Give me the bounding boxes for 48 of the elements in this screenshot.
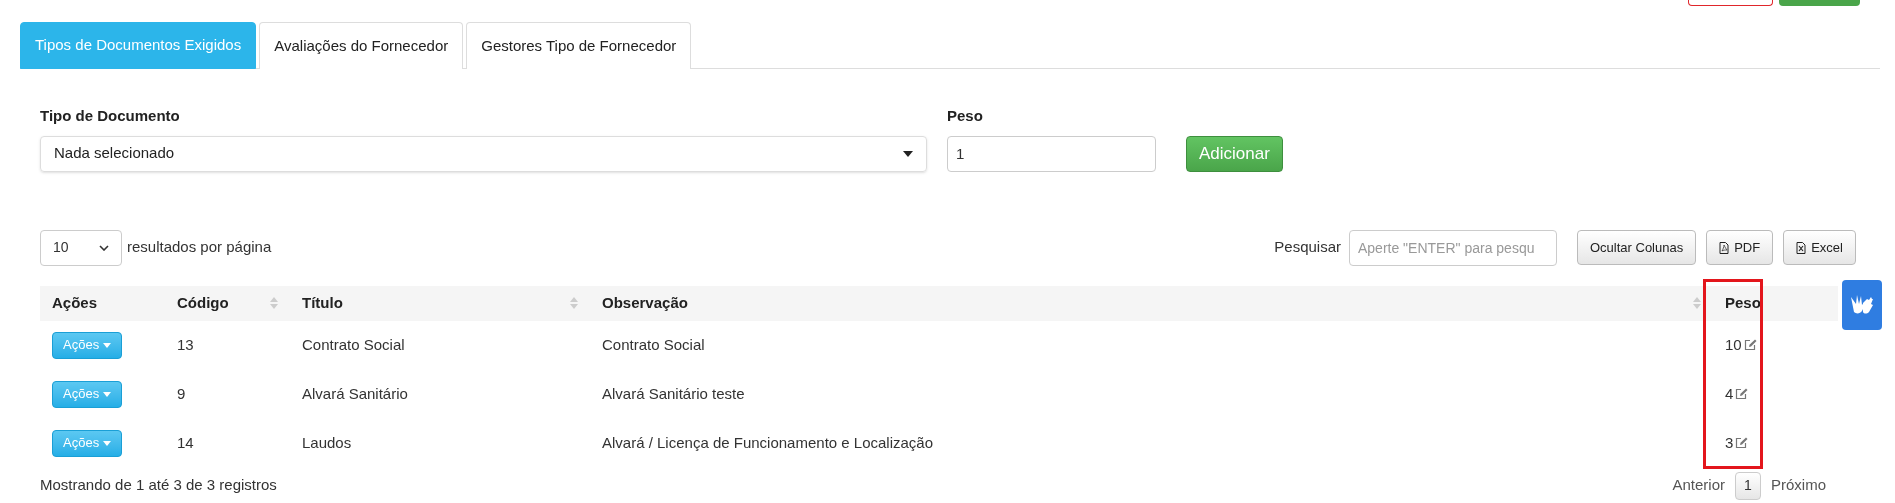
edit-icon[interactable]: [1735, 437, 1749, 449]
caret-icon: [903, 150, 913, 157]
tab[interactable]: Gestores Tipo de Fornecedor: [466, 22, 692, 69]
table-cell: Alvará Sanitário teste: [602, 384, 745, 402]
edit-icon[interactable]: [1743, 339, 1757, 351]
tab[interactable]: Avaliações do Fornecedor: [259, 22, 464, 69]
caret-icon: [103, 342, 112, 348]
caret-icon: [103, 440, 112, 446]
table-cell: Laudos: [302, 433, 352, 451]
page-size-select[interactable]: 10: [40, 229, 122, 266]
column-header[interactable]: Título: [290, 285, 590, 321]
excel-button[interactable]: Excel: [1783, 230, 1856, 265]
hide-columns-button[interactable]: Ocultar Colunas: [1577, 230, 1697, 265]
accessibility-button[interactable]: [1842, 280, 1882, 330]
edit-icon[interactable]: [1735, 388, 1749, 400]
field-label: Tipo de Documento: [40, 106, 181, 126]
sort-icon: [1693, 296, 1701, 310]
excel-icon: [1796, 241, 1807, 254]
search-input[interactable]: Aperte "ENTER" para pesqu: [1349, 229, 1557, 266]
weight-input[interactable]: 1: [947, 135, 1156, 172]
table-cell-text: 4: [1725, 383, 1734, 404]
field-label: Peso: [947, 106, 984, 126]
table-cell: Alvará / Licença de Funcionamento e Localização: [602, 433, 934, 451]
caret-icon: [103, 391, 112, 397]
pdf-button[interactable]: PDF: [1706, 230, 1774, 265]
records-info: Mostrando de 1 até 3 de 3 registros: [40, 475, 277, 496]
table-cell: 9: [177, 384, 186, 402]
search-label: Pesquisar: [1274, 237, 1341, 258]
page-size-label: resultados por página: [127, 237, 272, 258]
column-header[interactable]: Código: [165, 285, 290, 321]
column-header[interactable]: Observação: [590, 285, 1713, 321]
column-header[interactable]: Ações: [40, 285, 165, 321]
previous-link[interactable]: Anterior: [1672, 474, 1725, 497]
table-cell: 13: [177, 335, 194, 353]
page-button[interactable]: 1: [1735, 471, 1761, 500]
document-type-select[interactable]: Nada selecionado: [40, 135, 927, 172]
sort-icon: [270, 296, 278, 310]
table-cell: Contrato Social: [602, 335, 705, 353]
chevron-icon: [99, 244, 109, 251]
table-cell-text: 3: [1725, 432, 1734, 453]
next-link[interactable]: Próximo: [1771, 474, 1826, 497]
table-cell: 14: [177, 433, 194, 451]
table-cell: Contrato Social: [302, 335, 405, 353]
pdf-icon: [1719, 241, 1730, 254]
table-cell: Alvará Sanitário: [302, 384, 408, 402]
table-cell-text: 10: [1725, 334, 1742, 355]
sort-icon: [570, 296, 578, 310]
column-header[interactable]: Peso: [1713, 285, 1838, 321]
